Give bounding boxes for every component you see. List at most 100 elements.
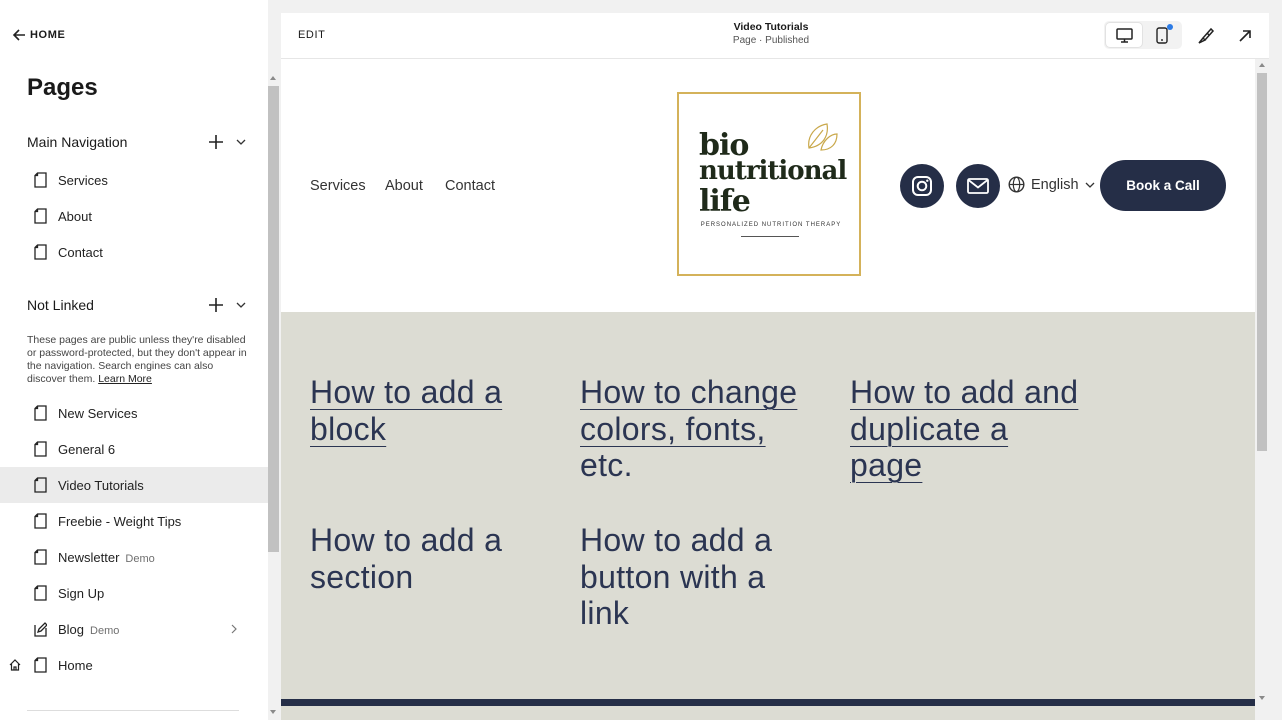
blog-icon (34, 622, 47, 637)
mobile-icon (1156, 26, 1168, 44)
page-status: Page · Published (732, 35, 810, 46)
sidebar-item-label: General 6 (58, 441, 116, 457)
brush-icon (1198, 27, 1215, 44)
tutorials-section: How to add a block How to change colors,… (281, 312, 1255, 720)
page-icon (34, 405, 47, 421)
tutorial-link-change-colors[interactable]: How to change colors, fonts, etc. (580, 374, 797, 484)
logo-rule (741, 236, 799, 237)
page-title-block: Video Tutorials Page · Published (671, 21, 871, 46)
back-home-link[interactable]: HOME (12, 28, 65, 42)
page-title: Video Tutorials (733, 21, 809, 33)
scroll-down-icon[interactable] (1259, 696, 1265, 700)
sidebar-item-label: Blog Demo (58, 621, 120, 637)
logo-line-2: nutritional (699, 156, 847, 186)
sidebar-item-video-tutorials[interactable]: Video Tutorials (0, 467, 268, 503)
demo-badge: Demo (90, 624, 120, 637)
edit-button[interactable]: EDIT (298, 29, 325, 41)
sidebar-item-label: Newsletter Demo (58, 549, 155, 565)
preview-scrollbar[interactable] (1255, 59, 1269, 720)
site-nav-contact[interactable]: Contact (445, 178, 495, 194)
mail-icon (967, 178, 989, 194)
mobile-view-button[interactable] (1144, 23, 1180, 47)
add-page-icon[interactable] (207, 133, 225, 151)
demo-badge: Demo (125, 552, 155, 565)
sidebar-item-services[interactable]: Services (0, 162, 268, 198)
instagram-button[interactable] (900, 164, 944, 208)
divider (27, 710, 239, 711)
device-view-toggle (1104, 21, 1182, 49)
sidebar-item-newsletter[interactable]: Newsletter Demo (0, 539, 268, 575)
logo-tagline: PERSONALIZED NUTRITION THERAPY (700, 222, 842, 228)
sidebar-item-home[interactable]: Home (0, 647, 268, 683)
sidebar-item-label: Home (58, 657, 93, 673)
main-navigation-header: Main Navigation (27, 131, 247, 153)
logo-line-3: life (699, 184, 751, 219)
chevron-right-icon[interactable] (230, 624, 238, 634)
pages-sidebar: HOME Pages Main Navigation Services Abou… (0, 0, 268, 720)
sidebar-item-label: Video Tutorials (58, 477, 144, 493)
sidebar-item-label: About (58, 208, 92, 224)
sidebar-item-blog[interactable]: Blog Demo (0, 611, 268, 647)
page-icon (34, 585, 47, 601)
language-selector[interactable]: English (1008, 176, 1095, 193)
sidebar-item-label: Sign Up (58, 585, 105, 601)
app-window: HOME Pages Main Navigation Services Abou… (0, 0, 1282, 720)
globe-icon (1008, 176, 1025, 193)
language-label: English (1031, 176, 1079, 193)
tutorial-link-duplicate-page[interactable]: How to add and duplicate a page (850, 374, 1078, 484)
site-nav-about[interactable]: About (385, 178, 423, 194)
chevron-down-icon[interactable] (235, 299, 247, 311)
sidebar-item-general-6[interactable]: General 6 (0, 431, 268, 467)
preview-scroll-thumb[interactable] (1257, 73, 1267, 451)
tutorial-add-button: How to add a button with a link (580, 522, 773, 631)
sidebar-item-sign-up[interactable]: Sign Up (0, 575, 268, 611)
sidebar-item-new-services[interactable]: New Services (0, 395, 268, 431)
sidebar-scroll-thumb[interactable] (268, 86, 279, 552)
not-linked-note: These pages are public unless they're di… (27, 334, 247, 386)
open-site-button[interactable] (1234, 25, 1256, 47)
site-header: Services About Contact bio nutritional l… (281, 59, 1255, 312)
editor-frame: EDIT Video Tutorials Page · Published Se… (281, 13, 1269, 720)
page-icon (34, 441, 47, 457)
main-navigation-label: Main Navigation (27, 134, 128, 150)
external-arrow-icon (1239, 30, 1251, 42)
page-icon (34, 208, 47, 224)
page-icon (34, 549, 47, 565)
sidebar-item-about[interactable]: About (0, 198, 268, 234)
not-linked-header: Not Linked (27, 294, 247, 316)
sidebar-item-label: New Services (58, 405, 138, 421)
site-preview: Services About Contact bio nutritional l… (281, 59, 1255, 720)
sidebar-item-label: Freebie - Weight Tips (58, 513, 182, 529)
scroll-up-icon[interactable] (270, 76, 276, 80)
scroll-down-icon[interactable] (270, 710, 276, 714)
page-icon (34, 657, 47, 673)
sidebar-item-freebie[interactable]: Freebie - Weight Tips (0, 503, 268, 539)
site-nav-services[interactable]: Services (310, 178, 366, 194)
instagram-icon (912, 176, 932, 196)
editor-topbar: EDIT Video Tutorials Page · Published (281, 13, 1269, 59)
leaf-icon (808, 123, 838, 151)
homepage-icon (9, 659, 21, 671)
pages-title: Pages (27, 74, 98, 101)
page-icon (34, 477, 47, 493)
not-linked-label: Not Linked (27, 297, 94, 313)
chevron-down-icon[interactable] (235, 136, 247, 148)
site-footer-bar (281, 699, 1255, 706)
sidebar-item-label: Contact (58, 244, 103, 260)
email-button[interactable] (956, 164, 1000, 208)
add-page-icon[interactable] (207, 296, 225, 314)
site-logo[interactable]: bio nutritional life PERSONALIZED NUTRIT… (677, 92, 861, 276)
sidebar-item-label: Services (58, 172, 108, 188)
desktop-view-button[interactable] (1106, 23, 1142, 47)
tutorial-link-add-block[interactable]: How to add a block (310, 374, 502, 447)
site-styles-button[interactable] (1195, 25, 1217, 47)
book-a-call-button[interactable]: Book a Call (1100, 160, 1226, 211)
sidebar-item-contact[interactable]: Contact (0, 234, 268, 270)
notification-dot (1167, 24, 1173, 30)
arrow-left-icon (12, 29, 25, 41)
desktop-icon (1115, 27, 1133, 43)
scroll-up-icon[interactable] (1259, 63, 1265, 67)
back-home-label: HOME (30, 29, 66, 41)
page-icon (34, 244, 47, 260)
learn-more-link[interactable]: Learn More (98, 373, 152, 385)
